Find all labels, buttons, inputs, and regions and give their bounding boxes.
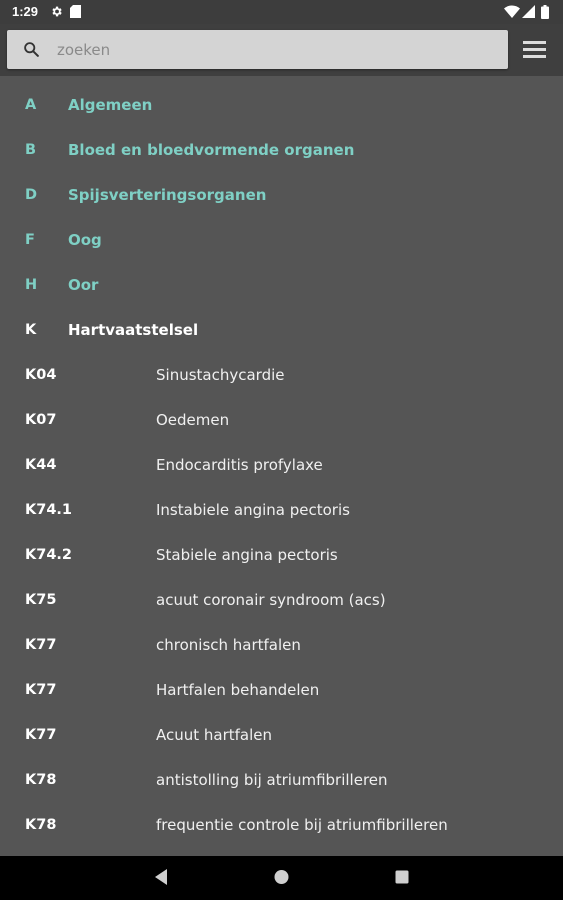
- entry-item[interactable]: K04 Sinustachycardie: [0, 353, 563, 398]
- chapter-name: Hartvaatstelsel: [68, 321, 199, 339]
- chapter-code: D: [25, 187, 38, 203]
- chapter-item-h[interactable]: H Oor: [0, 263, 563, 308]
- menu-button[interactable]: [517, 37, 551, 63]
- entry-name: Endocarditis profylaxe: [156, 456, 323, 474]
- entry-code: K77: [25, 682, 57, 698]
- entry-name: chronisch hartfalen: [156, 636, 301, 654]
- chapter-code: A: [25, 97, 37, 113]
- chapter-name: Spijsverteringsorganen: [68, 186, 267, 204]
- battery-icon: [541, 5, 549, 19]
- chapter-list: A Algemeen B Bloed en bloedvormende orga…: [0, 83, 563, 848]
- entry-name: frequentie controle bij atriumfibrillere…: [156, 816, 448, 834]
- chapter-code: H: [25, 277, 38, 293]
- entry-code: K74.2: [25, 547, 73, 563]
- entry-item[interactable]: K44 Endocarditis profylaxe: [0, 443, 563, 488]
- entry-name: antistolling bij atriumfibrilleren: [156, 771, 388, 789]
- sd-card-icon: [70, 5, 81, 18]
- chapter-name: Oor: [68, 276, 99, 294]
- recents-icon[interactable]: [394, 868, 410, 886]
- chapter-code: F: [25, 232, 35, 248]
- settings-icon: [52, 6, 62, 17]
- entry-code: K78: [25, 817, 57, 833]
- status-bar: 1:29: [0, 0, 563, 24]
- chapter-code: K: [25, 322, 37, 338]
- chapter-name: Oog: [68, 231, 102, 249]
- chapter-code: B: [25, 142, 37, 158]
- entry-name: Instabiele angina pectoris: [156, 501, 350, 519]
- entry-name: Hartfalen behandelen: [156, 681, 320, 699]
- status-time: 1:29: [12, 4, 39, 19]
- back-icon[interactable]: [153, 868, 169, 886]
- entry-code: K74.1: [25, 502, 73, 518]
- entry-code: K04: [25, 367, 57, 383]
- entry-code: K77: [25, 727, 57, 743]
- entry-code: K44: [25, 457, 57, 473]
- entry-item[interactable]: K75 acuut coronair syndroom (acs): [0, 578, 563, 623]
- entry-item[interactable]: K77 chronisch hartfalen: [0, 623, 563, 668]
- entry-item[interactable]: K78 frequentie controle bij atriumfibril…: [0, 803, 563, 848]
- search-icon: [24, 42, 39, 57]
- home-icon[interactable]: [273, 868, 290, 886]
- entry-code: K77: [25, 637, 57, 653]
- chapter-name: Algemeen: [68, 96, 153, 114]
- wifi-icon: [504, 5, 520, 18]
- signal-icon: [522, 5, 535, 18]
- entry-name: Acuut hartfalen: [156, 726, 273, 744]
- entry-code: K07: [25, 412, 57, 428]
- chapter-item-a[interactable]: A Algemeen: [0, 83, 563, 128]
- entry-name: Oedemen: [156, 411, 230, 429]
- chapter-name: Bloed en bloedvormende organen: [68, 141, 355, 159]
- entry-item[interactable]: K78 antistolling bij atriumfibrilleren: [0, 758, 563, 803]
- entry-item[interactable]: K77 Acuut hartfalen: [0, 713, 563, 758]
- chapter-item-f[interactable]: F Oog: [0, 218, 563, 263]
- chapter-item-d[interactable]: D Spijsverteringsorganen: [0, 173, 563, 218]
- entry-name: acuut coronair syndroom (acs): [156, 591, 386, 609]
- entry-item[interactable]: K74.2 Stabiele angina pectoris: [0, 533, 563, 578]
- search-input[interactable]: [57, 30, 497, 69]
- chapter-item-k[interactable]: K Hartvaatstelsel: [0, 308, 563, 353]
- entry-item[interactable]: K77 Hartfalen behandelen: [0, 668, 563, 713]
- navigation-bar: [0, 856, 563, 900]
- entry-name: Sinustachycardie: [156, 366, 285, 384]
- entry-code: K78: [25, 772, 57, 788]
- entry-item[interactable]: K07 Oedemen: [0, 398, 563, 443]
- app-bar: [0, 24, 563, 76]
- entry-code: K75: [25, 592, 57, 608]
- chapter-item-b[interactable]: B Bloed en bloedvormende organen: [0, 128, 563, 173]
- entry-name: Stabiele angina pectoris: [156, 546, 338, 564]
- entry-item[interactable]: K74.1 Instabiele angina pectoris: [0, 488, 563, 533]
- search-box[interactable]: [7, 30, 508, 69]
